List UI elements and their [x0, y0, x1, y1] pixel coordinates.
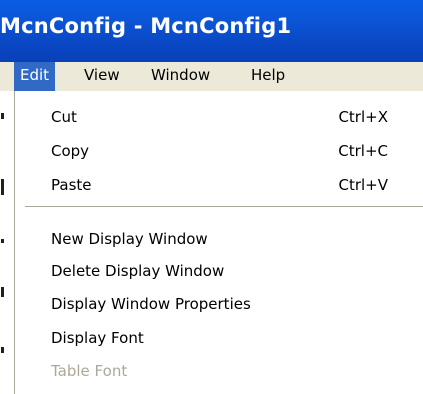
menu-window[interactable]: Window: [145, 62, 216, 91]
shortcut-cut: Ctrl+X: [338, 108, 388, 126]
edge-mark: [1, 239, 4, 243]
edit-dropdown-menu: Cut Ctrl+X Copy Ctrl+C Paste Ctrl+V New …: [14, 91, 423, 394]
menu-edit[interactable]: Edit: [14, 62, 56, 91]
menu-item-display-font[interactable]: Display Font: [51, 329, 144, 347]
menu-item-delete-display-window[interactable]: Delete Display Window: [51, 262, 224, 280]
shortcut-copy: Ctrl+C: [338, 142, 388, 160]
menu-separator: [25, 206, 423, 207]
edge-mark: [1, 179, 4, 195]
menu-view[interactable]: View: [78, 62, 126, 91]
menu-item-display-window-properties[interactable]: Display Window Properties: [51, 295, 251, 313]
menu-help[interactable]: Help: [245, 62, 291, 91]
edge-mark: [1, 113, 4, 119]
edge-mark: [1, 347, 4, 353]
window-titlebar: McnConfig - McnConfig1: [0, 0, 423, 62]
menu-item-new-display-window[interactable]: New Display Window: [51, 230, 208, 248]
menu-item-copy[interactable]: Copy: [51, 142, 89, 160]
menu-item-paste[interactable]: Paste: [51, 176, 92, 194]
edge-mark: [1, 287, 4, 297]
menu-item-table-font: Table Font: [51, 362, 128, 380]
shortcut-paste: Ctrl+V: [338, 176, 388, 194]
background-window-edge: [0, 91, 15, 394]
menu-item-cut[interactable]: Cut: [51, 108, 77, 126]
menubar: Edit View Window Help: [0, 62, 423, 91]
window-title: McnConfig - McnConfig1: [0, 14, 292, 38]
